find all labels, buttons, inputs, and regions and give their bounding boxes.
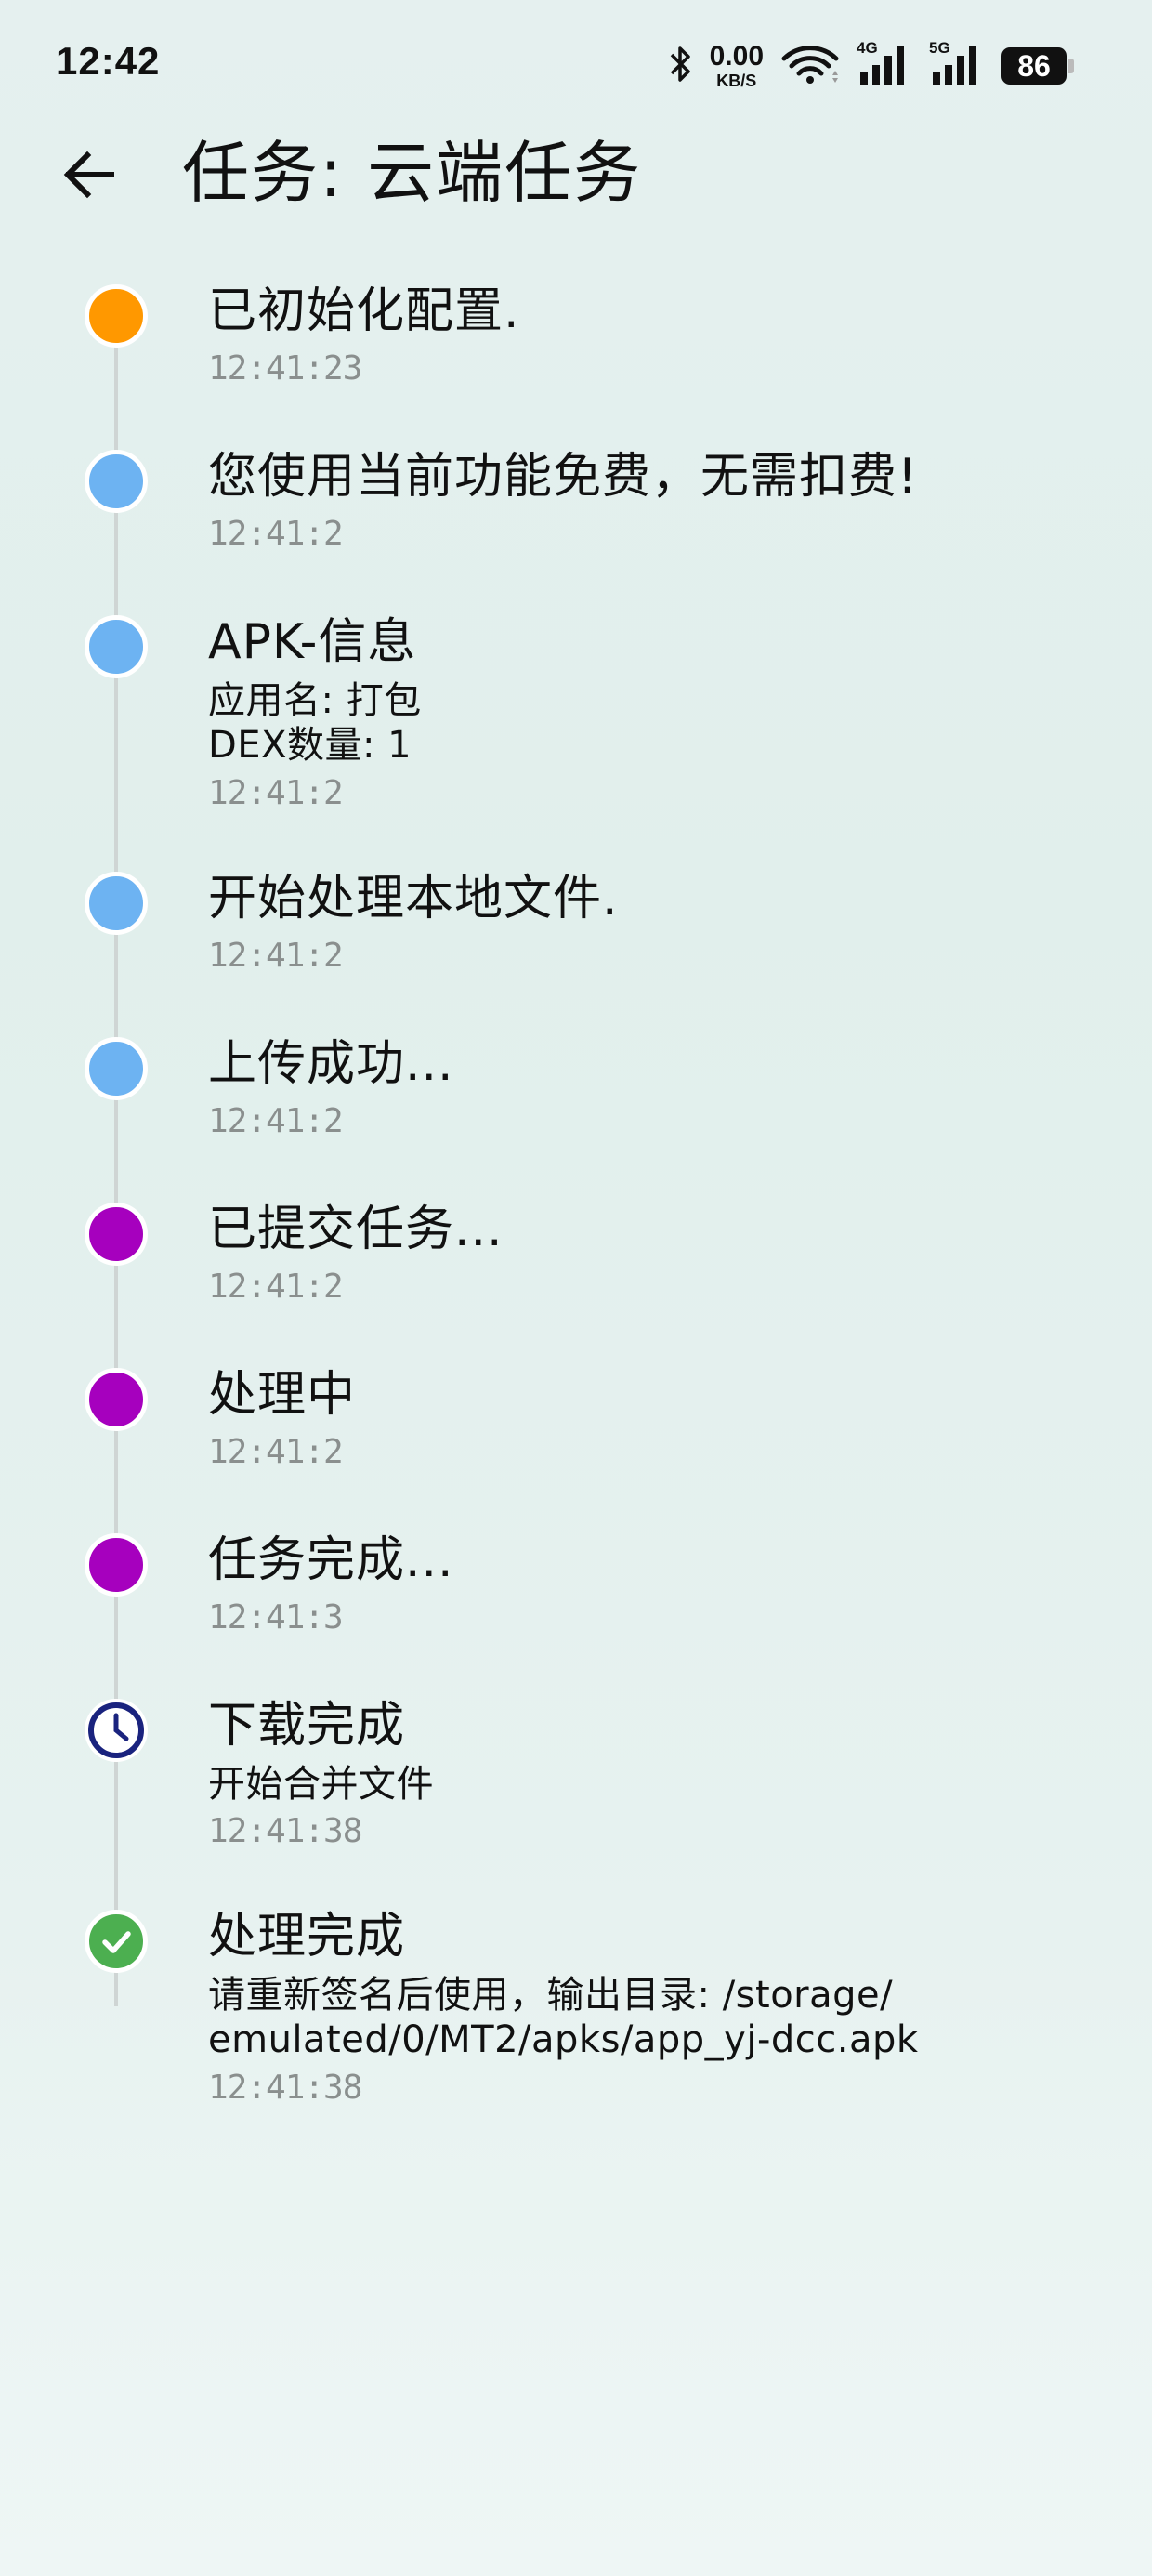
wifi-icon xyxy=(780,44,840,88)
status-dot-orange xyxy=(85,284,148,348)
status-dot-blue xyxy=(85,615,148,678)
timeline-title: 上传成功... xyxy=(208,1036,454,1092)
timeline-title: 处理中 xyxy=(208,1367,357,1423)
timeline-timestamp: 12:41:23 xyxy=(208,348,362,388)
status-time: 12:42 xyxy=(56,39,161,83)
back-button[interactable] xyxy=(52,139,126,214)
timeline-title: 下载完成 xyxy=(208,1698,406,1754)
timeline-timestamp: 12:41:2 xyxy=(208,1267,344,1306)
timeline-item: 开始处理本地文件. 12:41:2 xyxy=(0,857,1152,1069)
timeline-item: 处理中 12:41:2 xyxy=(0,1353,1152,1565)
timeline-item: 任务完成... 12:41:3 xyxy=(0,1518,1152,1730)
timeline-title: 已提交任务... xyxy=(208,1202,504,1257)
timeline-timestamp: 12:41:2 xyxy=(208,514,344,553)
task-timeline: 已初始化配置. 12:41:23 您使用当前功能免费，无需扣费! 12:41:2 APK… xyxy=(0,269,1152,2151)
net-speed-value: 0.00 xyxy=(709,41,764,72)
timeline-timestamp: 12:41:38 xyxy=(208,1812,362,1851)
timeline-title: 开始处理本地文件. xyxy=(208,871,619,927)
status-dot-blue xyxy=(85,450,148,513)
timeline-item: 处理完成请重新签名后使用，输出目录: /storage/emulated/0/M… xyxy=(0,1895,1152,2151)
timeline-item: 上传成功... 12:41:2 xyxy=(0,1022,1152,1234)
status-bar: 12:42 0.00 KB/S 4G 5G 86 xyxy=(0,0,1152,130)
check-circle-icon xyxy=(85,1910,148,1973)
timeline-detail: 应用名: 打包 xyxy=(208,678,422,722)
status-dot-blue xyxy=(85,872,148,935)
timeline-item: 下载完成开始合并文件 12:41:38 xyxy=(0,1684,1152,1941)
status-dot-purple xyxy=(85,1203,148,1266)
app-header: 任务: 云端任务 xyxy=(0,121,1152,223)
timeline-timestamp: 12:41:3 xyxy=(208,1597,344,1636)
signal-4g-tag: 4G xyxy=(857,39,878,57)
timeline-item: 已提交任务... 12:41:2 xyxy=(0,1188,1152,1400)
status-dot-blue xyxy=(85,1037,148,1100)
bluetooth-icon xyxy=(669,44,693,88)
battery-level: 86 xyxy=(1001,47,1067,85)
battery-tip xyxy=(1068,59,1074,73)
clock-icon xyxy=(85,1699,148,1762)
timeline-detail: DEX数量: 1 xyxy=(208,724,412,768)
timeline-title: APK-信息 xyxy=(208,614,417,670)
timeline-detail: 请重新签名后使用，输出目录: /storage/ xyxy=(208,1973,894,2017)
net-speed: 0.00 KB/S xyxy=(709,41,764,90)
net-speed-unit: KB/S xyxy=(716,72,757,90)
status-dot-purple xyxy=(85,1368,148,1431)
signal-4g-icon: 4G xyxy=(857,39,912,87)
timeline-item: 您使用当前功能免费，无需扣费! 12:41:2 xyxy=(0,435,1152,647)
timeline-timestamp: 12:41:2 xyxy=(208,1101,344,1140)
status-dot-purple xyxy=(85,1533,148,1597)
timeline-item: APK-信息应用名: 打包 DEX数量: 1 12:41:2 xyxy=(0,600,1152,903)
timeline-title: 处理完成 xyxy=(208,1909,406,1965)
timeline-detail: emulated/0/MT2/apks/app_yj-dcc.apk xyxy=(208,2018,919,2062)
signal-5g-tag: 5G xyxy=(929,39,950,57)
status-icons: 0.00 KB/S 4G 5G 86 xyxy=(669,39,1074,90)
timeline-item: 已初始化配置. 12:41:23 xyxy=(0,269,1152,481)
timeline-timestamp: 12:41:38 xyxy=(208,2069,362,2108)
timeline-title: 任务完成... xyxy=(208,1532,454,1588)
timeline-timestamp: 12:41:2 xyxy=(208,774,344,813)
timeline-timestamp: 12:41:2 xyxy=(208,936,344,975)
timeline-title: 已初始化配置. xyxy=(208,283,520,339)
timeline-timestamp: 12:41:2 xyxy=(208,1432,344,1471)
page-title: 任务: 云端任务 xyxy=(182,134,643,212)
timeline-detail: 开始合并文件 xyxy=(208,1762,434,1806)
timeline-title: 您使用当前功能免费，无需扣费! xyxy=(208,449,918,505)
battery-icon: 86 xyxy=(1001,47,1074,85)
arrow-left-icon xyxy=(59,145,119,208)
signal-5g-icon: 5G xyxy=(929,39,985,87)
